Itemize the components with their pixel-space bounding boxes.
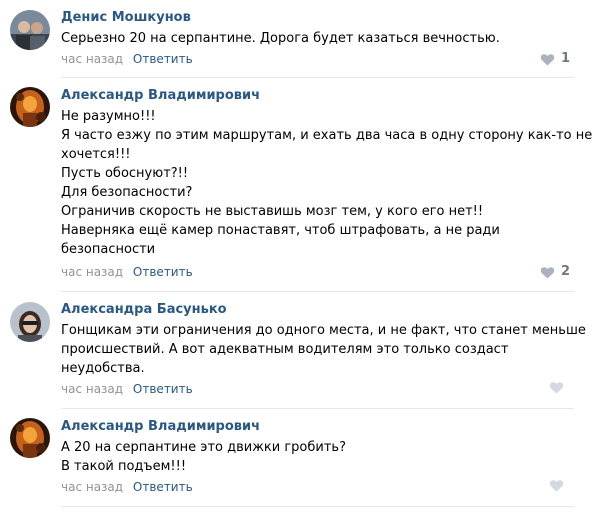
divider (61, 77, 574, 78)
comment-meta: час назад Ответить (61, 51, 193, 67)
comment-text: А 20 на серпантине это движки гробить? В… (61, 438, 581, 476)
comment-text-line: неудобства. (61, 361, 145, 376)
comment-text: Не разумно!!! Я часто езжу по этим маршр… (61, 107, 593, 259)
avatar[interactable] (10, 87, 50, 127)
comment-text-line: безопасности (61, 242, 156, 257)
comment-text-line: В такой подъем!!! (61, 459, 187, 474)
comment-text-line: Серьезно 20 на серпантине. Дорога будет … (61, 31, 500, 46)
avatar[interactable] (10, 418, 50, 458)
like-count: 2 (560, 264, 570, 279)
like-count: 1 (560, 51, 570, 66)
heart-icon (540, 53, 555, 66)
comment-meta: час назад Ответить (61, 479, 193, 495)
like-button[interactable] (549, 381, 570, 394)
comment-text-line: хочется!!! (61, 147, 131, 162)
comment-meta: час назад Ответить (61, 381, 193, 397)
comment-time[interactable]: час назад (61, 480, 123, 494)
heart-icon (549, 382, 564, 394)
like-button[interactable] (549, 479, 570, 492)
comment-text: Гонщикам эти ограничения до одного места… (61, 321, 586, 378)
comment-text-line: Пусть обоснуют?!! (61, 166, 189, 181)
avatar[interactable] (10, 10, 50, 50)
comment-text-line: происшествий. А вот адекватным водителям… (61, 342, 509, 357)
like-button[interactable]: 2 (540, 264, 570, 280)
reply-button[interactable]: Ответить (133, 480, 193, 494)
divider (61, 506, 574, 507)
reply-button[interactable]: Ответить (133, 265, 193, 279)
comment-text-line: Я часто езжу по этим маршрутам, и ехать … (61, 128, 593, 143)
heart-icon (549, 480, 564, 492)
comment-time[interactable]: час назад (61, 52, 123, 66)
heart-icon (540, 266, 555, 279)
comment-text-line: Гонщикам эти ограничения до одного места… (61, 323, 586, 338)
comment-time[interactable]: час назад (61, 265, 123, 279)
like-button[interactable]: 1 (540, 51, 570, 67)
comment-text-line: Наверняка ещё камер понаставят, чтоб штр… (61, 223, 500, 238)
comment-author[interactable]: Александра Басунько (61, 301, 227, 319)
comment-meta: час назад Ответить (61, 264, 193, 280)
divider (61, 408, 574, 409)
comment-author[interactable]: Александр Владимирович (61, 87, 260, 105)
comment-text-line: Ограничив скорость не выставишь мозг тем… (61, 204, 484, 219)
reply-button[interactable]: Ответить (133, 382, 193, 396)
reply-button[interactable]: Ответить (133, 52, 193, 66)
comment-author[interactable]: Александр Владимирович (61, 418, 260, 436)
comment-author[interactable]: Денис Мошкунов (61, 9, 191, 27)
comment-text-line: Для безопасности? (61, 185, 193, 200)
comment-text: Серьезно 20 на серпантине. Дорога будет … (61, 29, 581, 48)
comment-time[interactable]: час назад (61, 382, 123, 396)
comment-text-line: А 20 на серпантине это движки гробить? (61, 440, 346, 455)
divider (61, 291, 574, 292)
comment-text-line: Не разумно!!! (61, 109, 156, 124)
avatar[interactable] (10, 302, 50, 342)
